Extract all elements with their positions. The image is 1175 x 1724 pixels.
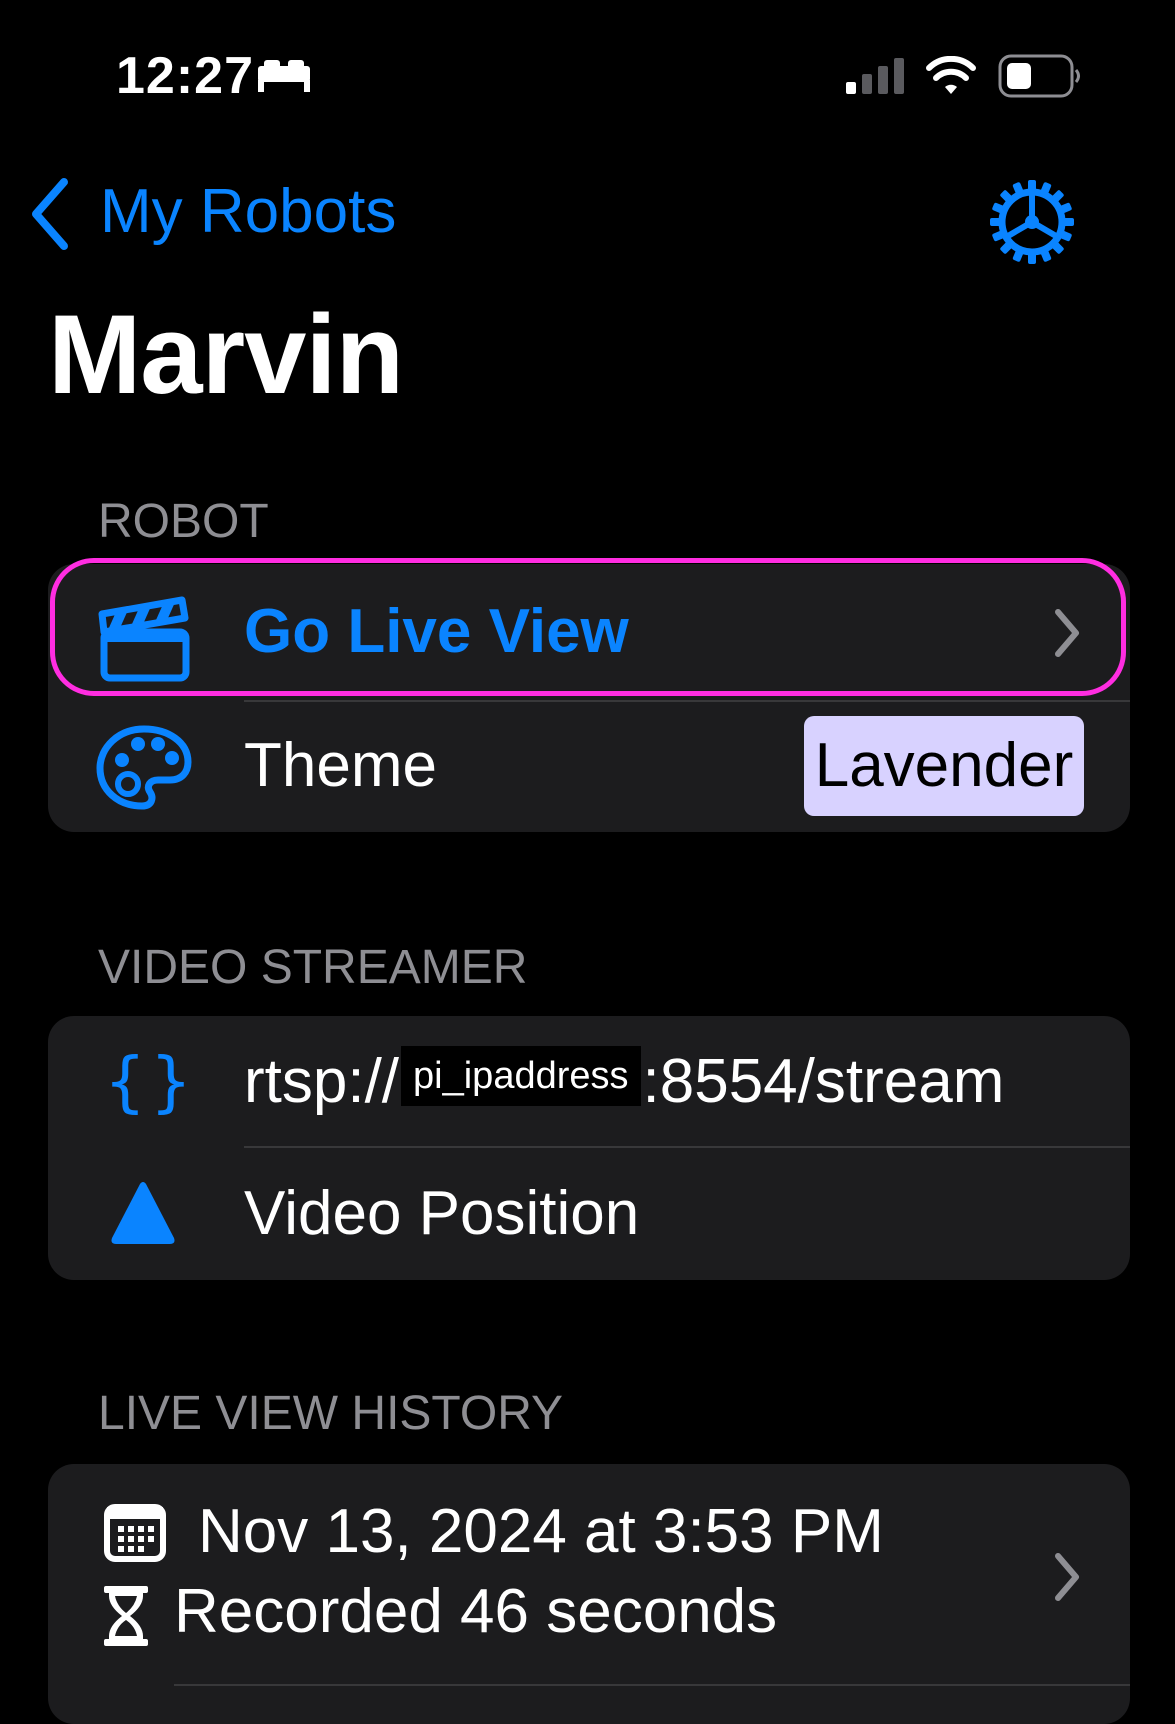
history-group: Nov 13, 2024 at 3:53 PM Recorded 46 seco… (48, 1464, 1130, 1724)
section-header-video-streamer: VIDEO STREAMER (98, 941, 528, 994)
page-title: Marvin (48, 292, 404, 417)
hourglass-icon (104, 1586, 148, 1646)
history-duration: Recorded 46 seconds (174, 1577, 778, 1646)
wifi-icon (926, 56, 976, 94)
back-chevron-icon[interactable] (28, 176, 72, 252)
video-position-row[interactable]: Video Position (48, 1148, 1130, 1280)
video-position-label: Video Position (244, 1179, 640, 1248)
theme-label: Theme (244, 731, 437, 800)
palette-icon (96, 725, 192, 810)
status-time: 12:27 (116, 47, 254, 105)
theme-value-badge[interactable]: Lavender (804, 716, 1084, 816)
gear-icon[interactable] (988, 178, 1076, 266)
back-button[interactable]: My Robots (100, 176, 396, 248)
battery-icon (998, 54, 1080, 98)
redacted-ip-address: pi_ipaddress (401, 1046, 641, 1106)
chevron-right-icon (1055, 1553, 1079, 1601)
section-header-robot: ROBOT (98, 495, 269, 548)
video-streamer-group: {} rtsp://pi_ipaddress:8554/stream Video… (48, 1016, 1130, 1280)
go-live-view-row[interactable]: Go Live View (48, 564, 1130, 700)
clapperboard-icon (98, 596, 190, 682)
chevron-right-icon (1055, 609, 1079, 657)
section-header-live-view-history: LIVE VIEW HISTORY (98, 1387, 564, 1440)
theme-row[interactable]: Theme Lavender (48, 702, 1130, 832)
go-live-view-label[interactable]: Go Live View (244, 596, 629, 668)
row-separator (174, 1684, 1130, 1686)
stream-url-row[interactable]: {} rtsp://pi_ipaddress:8554/stream (48, 1016, 1130, 1146)
calendar-icon (104, 1504, 166, 1562)
stream-url-suffix: :8554/stream (642, 1047, 1005, 1116)
stream-url[interactable]: rtsp://pi_ipaddress:8554/stream (244, 1046, 1004, 1118)
bed-icon (258, 60, 310, 92)
history-entry-row[interactable]: Nov 13, 2024 at 3:53 PM Recorded 46 seco… (48, 1464, 1130, 1684)
history-date: Nov 13, 2024 at 3:53 PM (198, 1497, 884, 1566)
braces-icon: {} (104, 1043, 196, 1120)
triangle-icon (111, 1182, 175, 1244)
cellular-signal-icon (846, 58, 904, 94)
robot-group: Go Live View Theme Lavender (48, 564, 1130, 832)
stream-url-prefix: rtsp:// (244, 1047, 400, 1116)
